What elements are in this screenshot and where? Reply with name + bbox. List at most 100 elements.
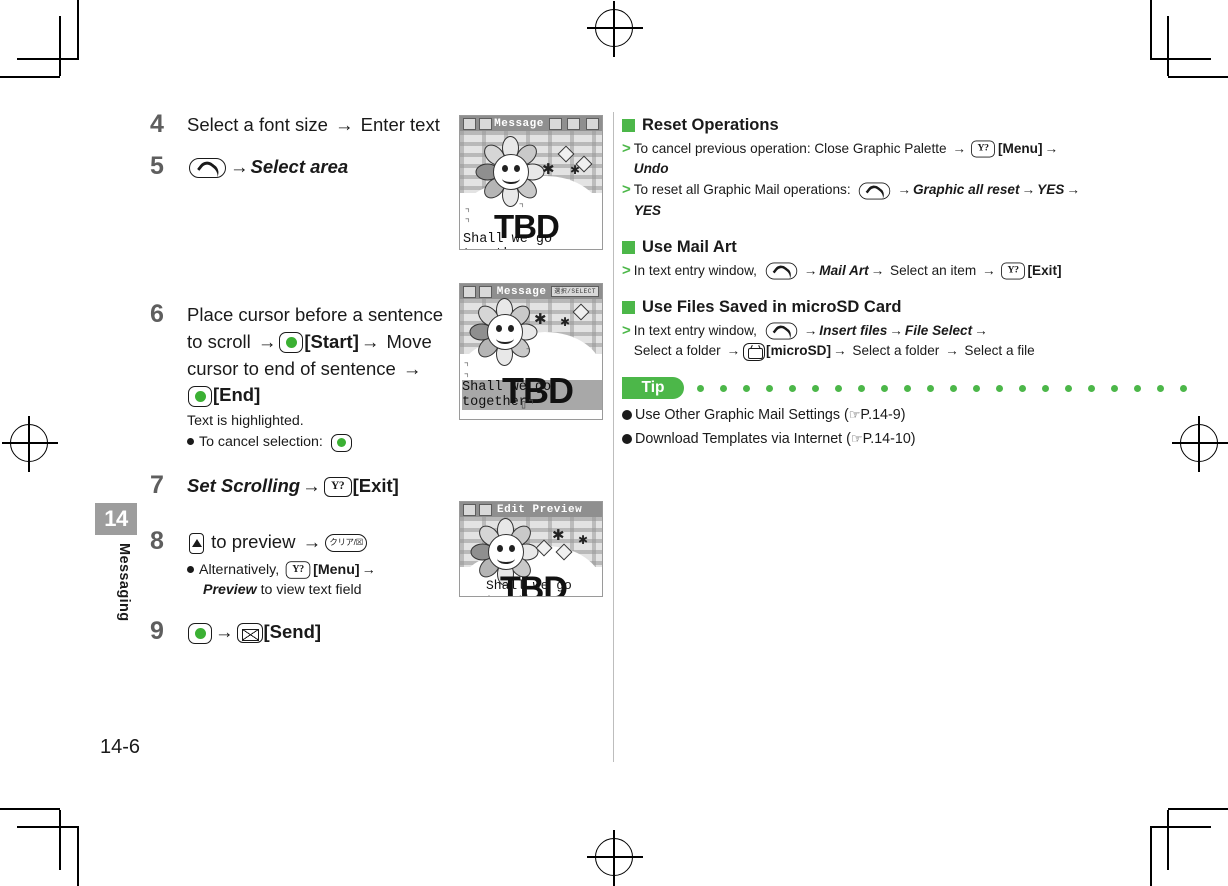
step-number: 9 <box>150 617 164 645</box>
green-square-icon <box>622 300 635 314</box>
page-reference-text: P.14-10 <box>862 430 911 447</box>
chevron-right-icon: > <box>622 261 631 279</box>
arrow-icon: → <box>361 561 376 578</box>
pointing-hand-icon: ☞ <box>850 430 863 446</box>
step-number: 4 <box>150 110 164 138</box>
eye <box>514 165 520 172</box>
step-text-part: to preview <box>206 531 301 552</box>
center-key-icon <box>188 386 212 408</box>
status-right-icons <box>546 117 599 130</box>
menu-item-name: File Select <box>904 322 973 338</box>
step-bullet: To cancel selection: <box>187 432 450 453</box>
ref-part: Select an item <box>886 262 980 278</box>
softkey-label: [microSD] <box>766 343 832 359</box>
phone-status-bar: Edit Preview <box>460 502 602 517</box>
step-text: Set Scrolling → Y? [Exit] <box>187 473 450 500</box>
arrow-icon: → <box>360 330 380 352</box>
screenshot-message-compose: Message ✱ ✱ ⌝ ⌝ ⌝ TBD Shall we go <box>459 115 603 250</box>
arrow-icon: → <box>302 475 321 496</box>
yahoo-key-icon: Y? <box>1000 262 1025 280</box>
bullet-dot-icon <box>622 410 632 421</box>
phone-body-text: Shall we go together <box>463 232 553 249</box>
softkey-label: [Start] <box>304 330 359 352</box>
tbd-overlay: TBD <box>500 570 568 597</box>
tbd-overlay: TBD <box>502 370 574 411</box>
font-mode-icon <box>567 117 580 130</box>
clear-key-icon: クリア/☒ <box>325 534 368 553</box>
menu-item-name: Mail Art <box>819 262 869 278</box>
tip-dot-icon <box>1065 384 1072 392</box>
tip-text: Use Other Graphic Mail Settings <box>635 407 841 424</box>
softkey-label: [Exit] <box>352 475 399 496</box>
section-heading: Reset Operations <box>622 113 1082 138</box>
tip-item: Use Other Graphic Mail Settings (☞P.14-9… <box>622 405 1082 427</box>
ref-part: In text entry window, <box>633 262 761 278</box>
reference-text: To cancel previous operation: Close Grap… <box>634 139 1082 180</box>
tip-dot-icon <box>1134 384 1141 392</box>
softkey-label: [End] <box>213 384 261 406</box>
tip-dot-icon <box>858 384 865 392</box>
flower-face <box>487 314 523 350</box>
eye <box>508 325 514 332</box>
page-reference: (☞P.14-9) <box>840 407 906 424</box>
tip-dot-icon <box>1019 384 1026 392</box>
column-divider <box>613 112 614 762</box>
arrow-icon: → <box>1044 140 1059 156</box>
manual-page: 14 Messaging 14-6 4 Select a font size →… <box>0 0 1228 886</box>
step-bullet: Alternatively, Y? [Menu] → Preview to view… <box>187 560 450 601</box>
step-number: 8 <box>150 527 164 555</box>
chevron-right-icon: > <box>622 181 631 199</box>
ref-part: To reset all Graphic Mail operations: <box>633 182 855 198</box>
chapter-name-label: Messaging <box>116 543 132 622</box>
menu-item-name: Graphic all reset <box>912 182 1020 198</box>
arrow-icon: → <box>1021 182 1036 198</box>
sparkle-icon: ✱ <box>542 161 555 178</box>
tip-dot-icon <box>789 384 796 392</box>
bullet-text: To cancel selection: <box>199 434 323 451</box>
step-item: 6 Place cursor before a sentence to scro… <box>150 302 450 453</box>
smile <box>496 333 514 344</box>
call-key-icon <box>189 158 226 183</box>
menu-item-name: Insert files <box>819 322 888 338</box>
phone-screen-title: Message <box>494 117 544 130</box>
yahoo-key-icon: Y? <box>323 477 352 498</box>
tip-list: Use Other Graphic Mail Settings (☞P.14-9… <box>622 405 1082 450</box>
arrow-icon: → <box>726 343 741 359</box>
reference-item: > In text entry window, → Mail Art → Selec… <box>622 261 1082 283</box>
mail-status-icon <box>479 503 492 516</box>
phone-status-bar: Message <box>460 116 602 131</box>
step-text: → [Send] <box>187 619 450 646</box>
tip-dot-icon <box>927 384 934 392</box>
eye <box>509 545 515 552</box>
tip-dot-icon <box>1111 384 1118 392</box>
arrow-icon: → <box>257 330 277 352</box>
phone-screen-title: Message <box>496 285 547 298</box>
center-key-icon <box>188 622 212 644</box>
reference-item: > To reset all Graphic Mail operations: … <box>622 180 1082 221</box>
corner-mark: ⌝ <box>464 218 471 230</box>
call-key-icon <box>765 322 797 343</box>
step-item: 8 to preview → クリア/☒ Alternatively, Y? [Me… <box>150 529 450 609</box>
menu-item-name: YES <box>633 202 661 218</box>
up-key-icon <box>189 532 204 554</box>
flower-face <box>488 534 524 570</box>
call-key-icon <box>765 262 797 283</box>
select-tag: 選択/SELECT <box>551 286 599 297</box>
arrow-icon: → <box>945 343 959 359</box>
sparkle-icon: ✱ <box>560 315 571 329</box>
ref-part: Select a folder <box>633 343 725 359</box>
step-number: 6 <box>150 300 164 328</box>
arrow-icon: → <box>803 262 818 278</box>
arrow-icon: → <box>981 262 996 278</box>
step-list: 4 Select a font size → Enter text 5 → Sel… <box>150 112 450 663</box>
arrow-icon: → <box>870 262 885 278</box>
section-heading: Use Mail Art <box>622 235 1082 260</box>
ref-part: Select a folder <box>848 343 944 359</box>
section-heading-text: Use Files Saved in microSD Card <box>642 297 902 316</box>
step-item: 9 → [Send] <box>150 619 450 663</box>
tip-dot-icon <box>697 384 704 392</box>
signal-icon <box>463 117 476 130</box>
call-key-icon <box>859 182 891 203</box>
section-use-mail-art: Use Mail Art > In text entry window, → Ma… <box>622 235 1082 283</box>
tip-dot-icon <box>1088 384 1095 392</box>
